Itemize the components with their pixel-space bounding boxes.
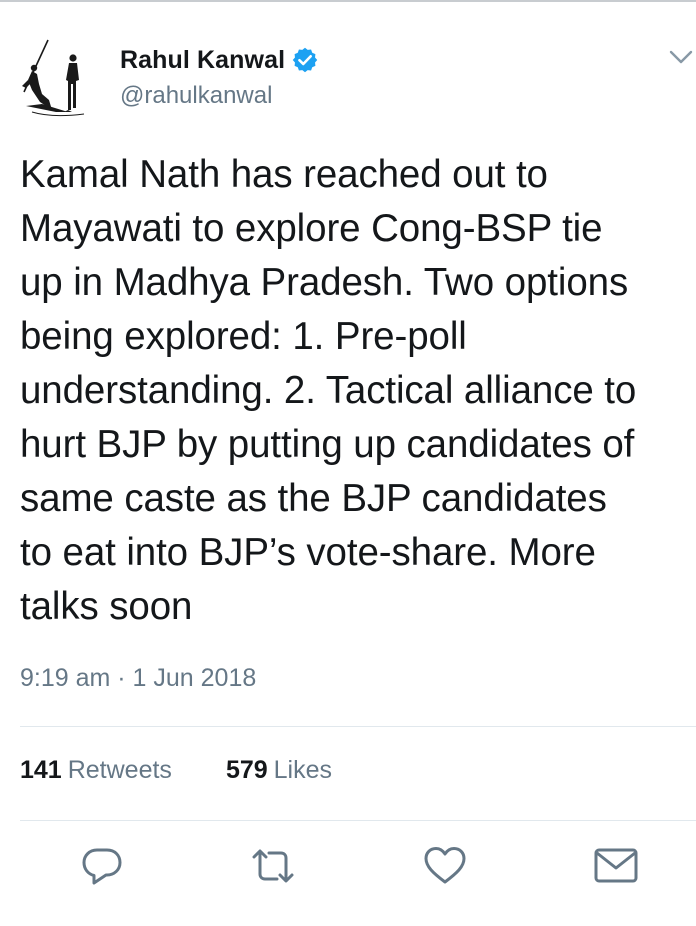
retweet-icon: [249, 842, 297, 895]
chevron-down-icon[interactable]: [668, 44, 694, 70]
reply-icon: [79, 843, 125, 894]
likes-stat[interactable]: 579 Likes: [226, 756, 332, 785]
retweets-label: Retweets: [67, 756, 172, 784]
tweet-stats: 141 Retweets 579 Likes: [20, 756, 332, 785]
top-divider: [0, 0, 696, 2]
likes-label: Likes: [273, 756, 333, 784]
heart-icon: [421, 842, 469, 895]
avatar[interactable]: [12, 34, 92, 122]
author-row: Rahul Kanwal: [120, 42, 319, 78]
reply-button[interactable]: [78, 844, 126, 892]
like-button[interactable]: [421, 844, 469, 892]
retweets-stat[interactable]: 141 Retweets: [20, 756, 172, 785]
display-name[interactable]: Rahul Kanwal: [120, 46, 285, 75]
user-handle[interactable]: @rahulkanwal: [120, 82, 272, 110]
share-button[interactable]: [592, 844, 640, 892]
tweet-timestamp[interactable]: 9:19 am · 1 Jun 2018: [20, 664, 256, 693]
divider: [20, 820, 696, 821]
retweets-count: 141: [20, 756, 62, 784]
tweet-text: Kamal Nath has reached out to Mayawati t…: [20, 153, 637, 628]
likes-count: 579: [225, 756, 268, 784]
mail-icon: [592, 842, 640, 895]
divider: [20, 726, 696, 727]
retweet-button[interactable]: [249, 844, 297, 892]
verified-badge-icon: [291, 46, 319, 74]
avatar-silhouette-icon: [22, 39, 85, 117]
